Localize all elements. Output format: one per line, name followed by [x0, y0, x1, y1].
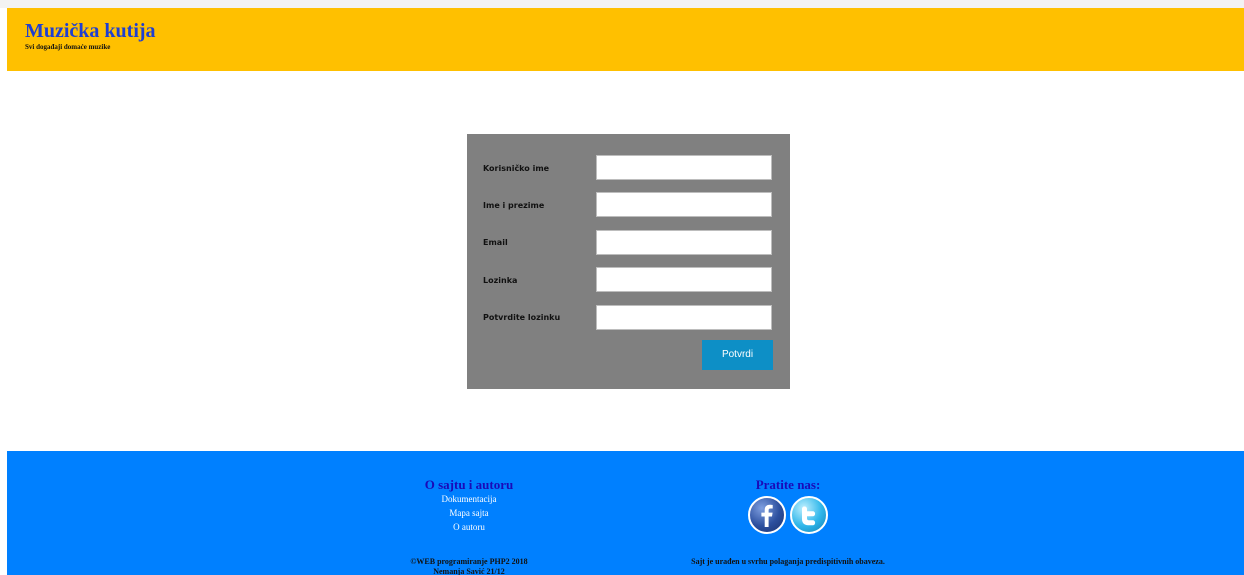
full-name-input[interactable] — [596, 192, 772, 217]
full-name-label: Ime i prezime — [483, 201, 545, 210]
copyright-text: ©WEB programiranje PHP2 2018 — [410, 557, 528, 566]
footer-note: Sajt je urađen u svrhu polaganja predisp… — [691, 557, 885, 566]
email-input[interactable] — [596, 230, 772, 255]
author-credit: Nemanja Savić 21/12 — [433, 567, 505, 575]
username-input[interactable] — [596, 155, 772, 180]
twitter-glyph — [802, 506, 816, 526]
site-header: Muzička kutija Svi događaji domaće muzik… — [7, 8, 1244, 71]
about-author-link[interactable]: O autoru — [369, 522, 569, 532]
password-label: Lozinka — [483, 276, 518, 285]
confirm-password-label: Potvrdite lozinku — [483, 313, 561, 322]
sitemap-link[interactable]: Mapa sajta — [369, 508, 569, 518]
site-subtitle: Svi događaji domaće muzike — [25, 43, 111, 51]
about-heading: O sajtu i autoru — [424, 477, 514, 492]
password-input[interactable] — [596, 267, 772, 292]
registration-form: Korisničko ime Ime i prezime Email Lozin… — [467, 134, 790, 389]
email-label: Email — [483, 238, 508, 247]
facebook-icon[interactable] — [748, 496, 786, 534]
top-strip — [0, 0, 1244, 8]
facebook-glyph — [761, 504, 773, 527]
username-label: Korisničko ime — [483, 164, 550, 173]
site-title[interactable]: Muzička kutija — [25, 20, 156, 42]
confirm-password-input[interactable] — [596, 305, 772, 330]
submit-button[interactable]: Potvrdi — [702, 340, 773, 370]
follow-heading: Pratite nas: — [755, 477, 821, 492]
site-footer: O sajtu i autoru Dokumentacija Mapa sajt… — [7, 451, 1244, 575]
documentation-link[interactable]: Dokumentacija — [369, 494, 569, 504]
twitter-icon[interactable] — [790, 496, 828, 534]
